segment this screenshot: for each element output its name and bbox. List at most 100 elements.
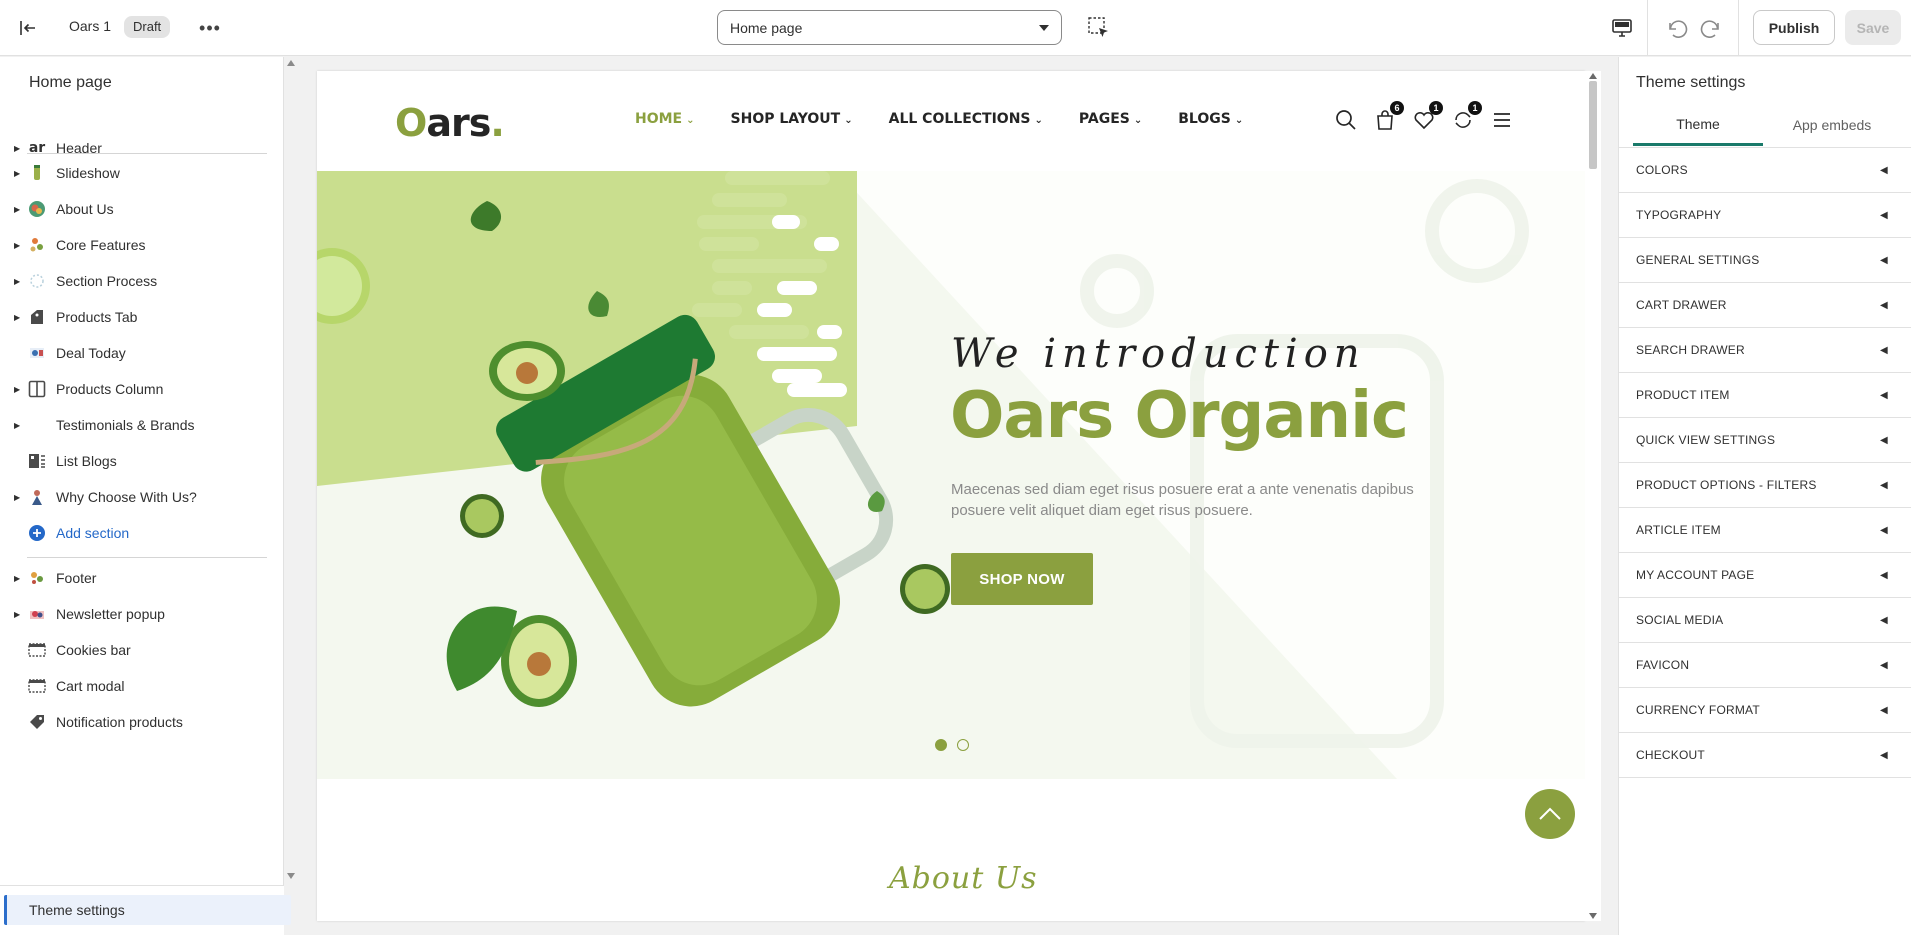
- section-item-products-tab[interactable]: ▶ Products Tab: [0, 299, 275, 335]
- section-item-products-column[interactable]: ▶ Products Column: [0, 371, 275, 407]
- expand-caret-icon[interactable]: ▶: [14, 144, 22, 153]
- caret-left-icon: ◀: [1880, 209, 1888, 221]
- expand-caret-icon[interactable]: ▶: [14, 493, 22, 502]
- compare-icon[interactable]: 1: [1452, 101, 1482, 133]
- publish-button[interactable]: Publish: [1753, 10, 1835, 45]
- shop-now-button[interactable]: SHOP NOW: [951, 553, 1093, 605]
- back-to-top-button[interactable]: [1525, 789, 1575, 839]
- section-item-about-us[interactable]: ▶ About Us: [0, 191, 275, 227]
- tab-theme[interactable]: Theme: [1633, 104, 1763, 146]
- tag-icon: [27, 307, 47, 327]
- setting-general[interactable]: GENERAL SETTINGS ◀: [1619, 238, 1911, 283]
- scrollbar-thumb[interactable]: [1589, 81, 1597, 169]
- nav-all-collections[interactable]: ALL COLLECTIONS ⌄: [889, 111, 1043, 127]
- section-label: Slideshow: [56, 165, 120, 181]
- caret-left-icon: ◀: [1880, 164, 1888, 176]
- caret-left-icon: ◀: [1880, 524, 1888, 536]
- tag-icon: [27, 712, 47, 732]
- tab-app-embeds[interactable]: App embeds: [1767, 104, 1897, 146]
- newsletter-thumb-icon: [27, 604, 47, 624]
- hero-intro-text: We introduction: [951, 331, 1366, 377]
- theme-settings-button[interactable]: Theme settings: [4, 895, 291, 925]
- section-item-newsletter-popup[interactable]: ▶ Newsletter popup: [0, 596, 275, 632]
- wishlist-icon[interactable]: 1: [1413, 101, 1443, 133]
- nav-home[interactable]: HOME ⌄: [635, 111, 695, 127]
- page-template-select[interactable]: Home page: [717, 10, 1062, 45]
- section-item-list-blogs[interactable]: List Blogs: [0, 443, 275, 479]
- setting-cart-drawer[interactable]: CART DRAWER ◀: [1619, 283, 1911, 328]
- slide-dot-1[interactable]: [935, 739, 947, 751]
- sidebar-footer: Theme settings: [0, 885, 291, 935]
- menu-icon[interactable]: [1491, 109, 1515, 133]
- setting-product-options-filters[interactable]: PRODUCT OPTIONS - FILTERS ◀: [1619, 463, 1911, 508]
- store-nav: HOME ⌄ SHOP LAYOUT ⌄ ALL COLLECTIONS ⌄ PAGE…: [635, 111, 1279, 127]
- toolbar-divider: [1647, 0, 1648, 56]
- panel-title: Theme settings: [1636, 74, 1746, 91]
- section-label: Products Tab: [56, 309, 138, 325]
- sidebar-scrollbar[interactable]: [285, 57, 297, 882]
- section-item-cookies-bar[interactable]: Cookies bar: [0, 632, 275, 668]
- desktop-preview-icon[interactable]: [1609, 15, 1635, 41]
- save-button[interactable]: Save: [1845, 10, 1901, 45]
- add-section-button[interactable]: Add section: [0, 515, 275, 551]
- section-item-footer[interactable]: ▶ Footer: [0, 560, 275, 596]
- storefront-preview: Oars. HOME ⌄ SHOP LAYOUT ⌄ ALL COLLECTIONS…: [317, 71, 1585, 921]
- nav-pages[interactable]: PAGES ⌄: [1079, 111, 1142, 127]
- setting-checkout[interactable]: CHECKOUT ◀: [1619, 733, 1911, 778]
- cart-count-badge: 6: [1390, 101, 1404, 115]
- setting-product-item[interactable]: PRODUCT ITEM ◀: [1619, 373, 1911, 418]
- expand-caret-icon[interactable]: ▶: [14, 205, 22, 214]
- cart-icon[interactable]: 6: [1374, 101, 1404, 133]
- compare-count-badge: 1: [1468, 101, 1482, 115]
- expand-caret-icon[interactable]: ▶: [14, 169, 22, 178]
- section-item-testimonials-brands[interactable]: ▶ Testimonials & Brands: [0, 407, 275, 443]
- setting-colors[interactable]: COLORS ◀: [1619, 148, 1911, 193]
- expand-caret-icon[interactable]: ▶: [14, 574, 22, 583]
- setting-currency-format[interactable]: CURRENCY FORMAT ◀: [1619, 688, 1911, 733]
- preview-scrollbar[interactable]: [1585, 71, 1601, 921]
- why-thumb-icon: [27, 487, 47, 507]
- expand-caret-icon[interactable]: ▶: [14, 277, 22, 286]
- caret-left-icon: ◀: [1880, 389, 1888, 401]
- store-logo[interactable]: Oars.: [395, 101, 505, 145]
- section-item-slideshow[interactable]: ▶ Slideshow: [0, 155, 275, 191]
- setting-typography[interactable]: TYPOGRAPHY ◀: [1619, 193, 1911, 238]
- section-label: Cart modal: [56, 678, 125, 694]
- redo-icon[interactable]: [1698, 14, 1726, 42]
- section-item-section-process[interactable]: ▶ Section Process: [0, 263, 275, 299]
- setting-favicon[interactable]: FAVICON ◀: [1619, 643, 1911, 688]
- section-item-core-features[interactable]: ▶ Core Features: [0, 227, 275, 263]
- nav-shop-layout[interactable]: SHOP LAYOUT ⌄: [731, 111, 853, 127]
- theme-settings-panel: Theme settings Theme App embeds COLORS ◀ …: [1618, 57, 1911, 935]
- setting-my-account-page[interactable]: MY ACCOUNT PAGE ◀: [1619, 553, 1911, 598]
- more-actions-button[interactable]: •••: [196, 14, 224, 42]
- inspector-icon[interactable]: [1086, 15, 1112, 41]
- setting-article-item[interactable]: ARTICLE ITEM ◀: [1619, 508, 1911, 553]
- section-label: Newsletter popup: [56, 606, 165, 622]
- features-thumb-icon: [27, 235, 47, 255]
- search-icon[interactable]: [1335, 109, 1359, 133]
- footer-thumb-icon: [27, 568, 47, 588]
- section-item-cart-modal[interactable]: Cart modal: [0, 668, 275, 704]
- expand-caret-icon[interactable]: ▶: [14, 241, 22, 250]
- section-label: Notification products: [56, 714, 183, 730]
- exit-icon[interactable]: [16, 16, 40, 40]
- section-item-deal-today[interactable]: Deal Today: [0, 335, 275, 371]
- bar-layout-icon: [27, 640, 47, 660]
- nav-blogs[interactable]: BLOGS ⌄: [1178, 111, 1243, 127]
- expand-caret-icon[interactable]: ▶: [14, 610, 22, 619]
- setting-quick-view[interactable]: QUICK VIEW SETTINGS ◀: [1619, 418, 1911, 463]
- editor-topbar: Oars 1 Draft ••• Home page Publish Save: [0, 0, 1911, 56]
- caret-left-icon: ◀: [1880, 479, 1888, 491]
- section-item-notification-products[interactable]: Notification products: [0, 704, 275, 740]
- section-item-why-choose[interactable]: ▶ Why Choose With Us?: [0, 479, 275, 515]
- setting-social-media[interactable]: SOCIAL MEDIA ◀: [1619, 598, 1911, 643]
- slide-dot-2[interactable]: [957, 739, 969, 751]
- undo-icon[interactable]: [1662, 14, 1690, 42]
- expand-caret-icon[interactable]: ▶: [14, 313, 22, 322]
- expand-caret-icon[interactable]: ▶: [14, 421, 22, 430]
- section-label: About Us: [56, 201, 114, 217]
- setting-search-drawer[interactable]: SEARCH DRAWER ◀: [1619, 328, 1911, 373]
- section-label: Footer: [56, 570, 97, 586]
- expand-caret-icon[interactable]: ▶: [14, 385, 22, 394]
